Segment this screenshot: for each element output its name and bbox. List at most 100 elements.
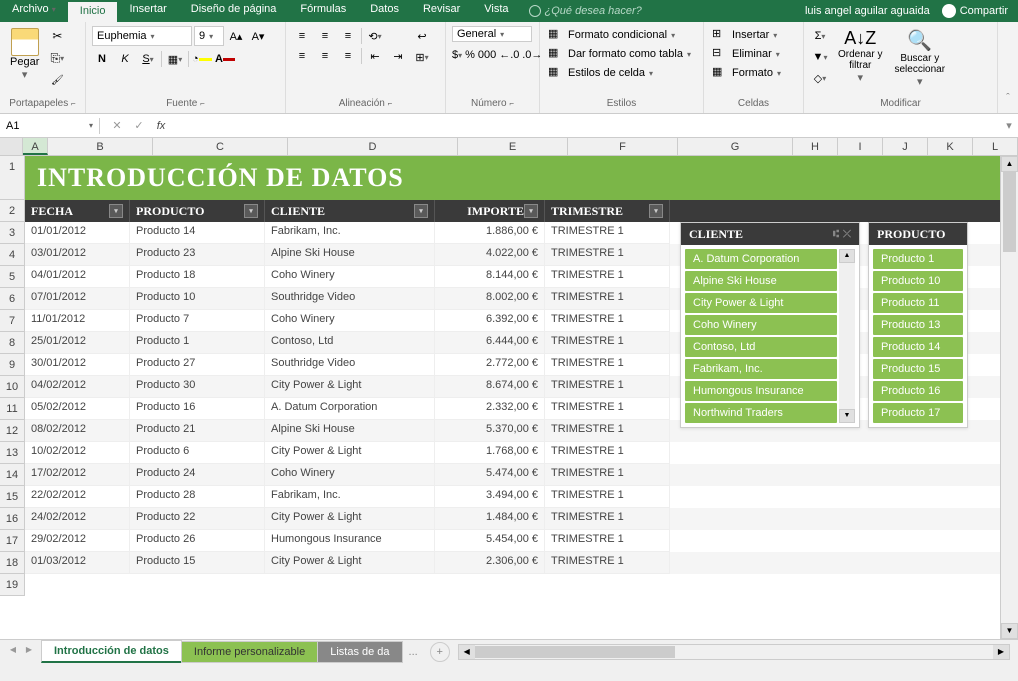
table-row[interactable]: 10/02/2012Producto 6City Power & Light1.… bbox=[25, 442, 1000, 464]
cell[interactable]: Fabrikam, Inc. bbox=[265, 486, 435, 508]
cell[interactable]: 22/02/2012 bbox=[25, 486, 130, 508]
cell[interactable]: Southridge Video bbox=[265, 354, 435, 376]
tab-page-layout[interactable]: Diseño de página bbox=[179, 0, 289, 22]
tab-file[interactable]: Archivo ▾ bbox=[0, 0, 68, 22]
comma-button[interactable]: 000 bbox=[478, 45, 496, 65]
align-middle-button[interactable]: ≡ bbox=[315, 26, 335, 46]
name-box[interactable]: A1▾ bbox=[0, 118, 100, 134]
cell[interactable]: TRIMESTRE 1 bbox=[545, 420, 670, 442]
slicer-item[interactable]: Humongous Insurance bbox=[685, 381, 837, 401]
currency-button[interactable]: $▾ bbox=[452, 45, 462, 65]
filter-icon[interactable]: ▾ bbox=[109, 204, 123, 218]
slicer-item[interactable]: Northwind Traders bbox=[685, 403, 837, 423]
row-header-9[interactable]: 9 bbox=[0, 354, 25, 376]
cell[interactable]: 1.484,00 € bbox=[435, 508, 545, 530]
row-header-12[interactable]: 12 bbox=[0, 420, 25, 442]
slicer-scrollbar[interactable]: ▲ ▼ bbox=[839, 249, 855, 423]
row-header-4[interactable]: 4 bbox=[0, 244, 25, 266]
fx-button[interactable]: fx bbox=[152, 117, 170, 135]
cell[interactable]: Coho Winery bbox=[265, 266, 435, 288]
cell[interactable]: 24/02/2012 bbox=[25, 508, 130, 530]
slicer-item[interactable]: Producto 16 bbox=[873, 381, 963, 401]
scroll-up-button[interactable]: ▲ bbox=[1001, 156, 1018, 172]
format-cells-button[interactable]: ▦Formato▾ bbox=[710, 64, 797, 82]
cell[interactable]: Producto 6 bbox=[130, 442, 265, 464]
paste-button[interactable]: Pegar ▾ bbox=[6, 26, 43, 83]
cell[interactable]: 6.392,00 € bbox=[435, 310, 545, 332]
cell[interactable]: TRIMESTRE 1 bbox=[545, 376, 670, 398]
cell[interactable]: 2.332,00 € bbox=[435, 398, 545, 420]
scroll-down-button[interactable]: ▼ bbox=[1001, 623, 1018, 639]
cell[interactable]: Alpine Ski House bbox=[265, 244, 435, 266]
slicer-item[interactable]: Producto 17 bbox=[873, 403, 963, 423]
align-top-button[interactable]: ≡ bbox=[292, 26, 312, 46]
percent-button[interactable]: % bbox=[465, 45, 475, 65]
col-header-G[interactable]: G bbox=[678, 138, 793, 155]
cell[interactable]: Producto 18 bbox=[130, 266, 265, 288]
delete-cells-button[interactable]: ⊟Eliminar▾ bbox=[710, 45, 797, 63]
collapse-ribbon-button[interactable]: ˆ bbox=[998, 22, 1018, 113]
cell[interactable]: Producto 22 bbox=[130, 508, 265, 530]
filter-icon[interactable]: ▾ bbox=[524, 204, 538, 218]
col-header-K[interactable]: K bbox=[928, 138, 973, 155]
cell[interactable]: 03/01/2012 bbox=[25, 244, 130, 266]
increase-indent-button[interactable]: ⇥ bbox=[388, 46, 408, 66]
wrap-text-button[interactable]: ↩ bbox=[412, 26, 432, 46]
cell[interactable]: TRIMESTRE 1 bbox=[545, 244, 670, 266]
cell[interactable]: Producto 10 bbox=[130, 288, 265, 310]
copy-button[interactable]: ▾ bbox=[47, 48, 67, 68]
align-center-button[interactable]: ≡ bbox=[315, 46, 335, 66]
row-header-1[interactable]: 1 bbox=[0, 156, 25, 200]
align-bottom-button[interactable]: ≡ bbox=[338, 26, 358, 46]
cell[interactable]: Producto 26 bbox=[130, 530, 265, 552]
cell[interactable]: 08/02/2012 bbox=[25, 420, 130, 442]
cell[interactable]: 30/01/2012 bbox=[25, 354, 130, 376]
horizontal-scrollbar[interactable]: ◀ ▶ bbox=[458, 644, 1010, 660]
cell[interactable]: 4.022,00 € bbox=[435, 244, 545, 266]
cell[interactable]: Producto 7 bbox=[130, 310, 265, 332]
cell[interactable]: 17/02/2012 bbox=[25, 464, 130, 486]
share-button[interactable]: Compartir bbox=[942, 4, 1008, 18]
scroll-thumb[interactable] bbox=[1003, 172, 1016, 252]
align-left-button[interactable]: ≡ bbox=[292, 46, 312, 66]
cell[interactable]: 04/01/2012 bbox=[25, 266, 130, 288]
row-header-11[interactable]: 11 bbox=[0, 398, 25, 420]
tab-data[interactable]: Datos bbox=[358, 0, 411, 22]
slicer-item[interactable]: Fabrikam, Inc. bbox=[685, 359, 837, 379]
cell[interactable]: Producto 16 bbox=[130, 398, 265, 420]
cell[interactable]: Southridge Video bbox=[265, 288, 435, 310]
cell[interactable]: TRIMESTRE 1 bbox=[545, 332, 670, 354]
col-header-C[interactable]: C bbox=[153, 138, 288, 155]
col-header-J[interactable]: J bbox=[883, 138, 928, 155]
cell[interactable]: 01/01/2012 bbox=[25, 222, 130, 244]
cell[interactable]: 6.444,00 € bbox=[435, 332, 545, 354]
insert-cells-button[interactable]: ⊞Insertar▾ bbox=[710, 26, 797, 44]
slicer-item[interactable]: Alpine Ski House bbox=[685, 271, 837, 291]
table-row[interactable]: 01/03/2012Producto 15City Power & Light2… bbox=[25, 552, 1000, 574]
slicer-item[interactable]: A. Datum Corporation bbox=[685, 249, 837, 269]
user-name[interactable]: luis angel aguilar aguaida bbox=[805, 5, 930, 17]
decrease-font-button[interactable]: A▾ bbox=[248, 26, 268, 46]
tab-view[interactable]: Vista bbox=[472, 0, 520, 22]
cell[interactable]: TRIMESTRE 1 bbox=[545, 222, 670, 244]
cell[interactable]: 5.370,00 € bbox=[435, 420, 545, 442]
col-header-B[interactable]: B bbox=[48, 138, 153, 155]
col-header-I[interactable]: I bbox=[838, 138, 883, 155]
expand-formula-button[interactable]: ▾ bbox=[1000, 119, 1018, 132]
col-header-H[interactable]: H bbox=[793, 138, 838, 155]
row-header-14[interactable]: 14 bbox=[0, 464, 25, 486]
row-header-16[interactable]: 16 bbox=[0, 508, 25, 530]
find-select-button[interactable]: 🔍 Buscar y seleccionar▾ bbox=[890, 26, 949, 90]
cell[interactable]: City Power & Light bbox=[265, 376, 435, 398]
slicer-cliente[interactable]: CLIENTE ⑆⤫ A. Datum CorporationAlpine Sk… bbox=[680, 222, 860, 428]
tell-me-search[interactable]: ¿Qué desea hacer? bbox=[529, 5, 642, 17]
scroll-down-button[interactable]: ▼ bbox=[839, 409, 855, 423]
underline-button[interactable]: S▾ bbox=[138, 49, 158, 69]
filter-icon[interactable]: ▾ bbox=[649, 204, 663, 218]
slicer-item[interactable]: Producto 10 bbox=[873, 271, 963, 291]
cell[interactable]: 29/02/2012 bbox=[25, 530, 130, 552]
cancel-formula-button[interactable]: ✕ bbox=[108, 117, 126, 135]
cell[interactable]: 1.768,00 € bbox=[435, 442, 545, 464]
cell[interactable]: City Power & Light bbox=[265, 552, 435, 574]
th-cliente[interactable]: CLIENTE▾ bbox=[265, 200, 435, 222]
